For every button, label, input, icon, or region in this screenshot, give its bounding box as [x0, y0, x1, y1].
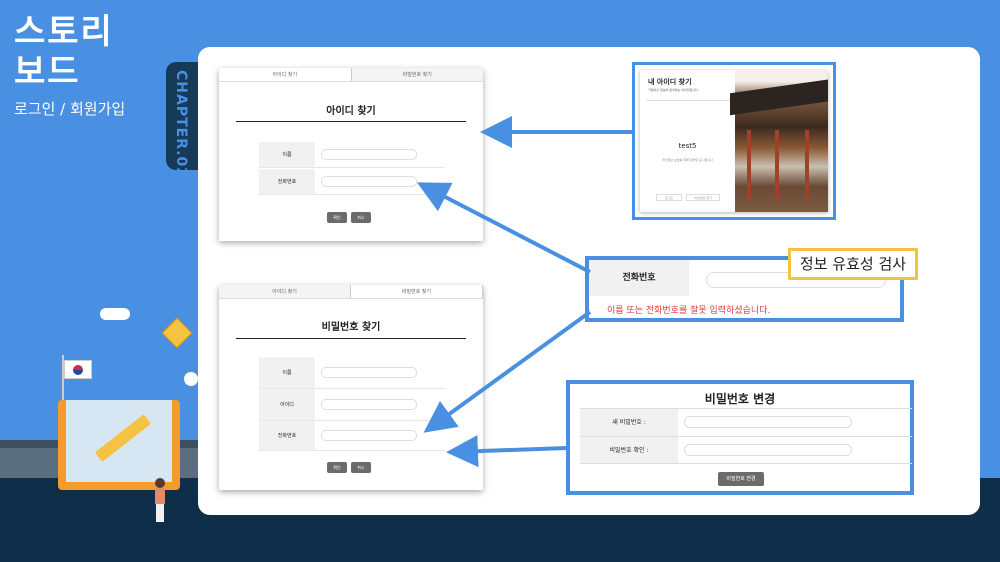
person-illustration [154, 478, 166, 524]
cloud-decoration [100, 308, 130, 320]
tab-find-id[interactable]: 아이디 찾기 [219, 68, 352, 81]
person-head [155, 478, 165, 488]
korean-flag-icon [64, 360, 92, 379]
confirm-button[interactable]: 확인 [327, 462, 347, 473]
result-find-password-button[interactable]: 비밀번호 찾기 [686, 194, 720, 201]
error-message: 이름 또는 전화번호를 잘못 입력하셨습니다. [607, 306, 771, 316]
person-body [155, 488, 165, 504]
new-password-input[interactable] [684, 416, 852, 428]
name-input[interactable] [321, 149, 417, 160]
brand-title-line2: 보드 [14, 52, 81, 92]
phone-row: 전화번호 [259, 169, 445, 195]
palace-photo [730, 70, 828, 212]
password-change-box: 비밀번호 변경 새 비밀번호 : 비밀번호 확인 : 비밀번호 변경 [566, 380, 914, 495]
phone-label: 전화번호 [589, 260, 689, 296]
phone-label: 전화번호 [259, 421, 315, 450]
phone-input[interactable] [321, 176, 417, 187]
result-login-button[interactable]: 로그인 [656, 194, 682, 201]
found-id-value: test5 [678, 142, 697, 150]
name-label: 이름 [259, 142, 315, 167]
section-subtitle: 로그인 / 회원가입 [14, 100, 126, 118]
phone-label: 전화번호 [259, 169, 315, 194]
tab-find-password[interactable]: 비밀번호 찾기 [351, 68, 483, 81]
title-divider [236, 338, 466, 339]
phone-input[interactable] [321, 430, 417, 441]
confirm-password-input[interactable] [684, 444, 852, 456]
find-password-window: 아이디 찾기 비밀번호 찾기 비밀번호 찾기 이름 아이디 전화번호 확인 취소 [219, 285, 483, 490]
title-divider [236, 121, 466, 122]
kite-icon [161, 317, 193, 349]
cloud-decoration [184, 372, 198, 386]
id-result-window: 내 아이디 찾기 가입하신 정보와 일치하는 아이디입니다. test5 개인정… [640, 70, 828, 212]
find-password-tabs: 아이디 찾기 비밀번호 찾기 [219, 285, 483, 299]
result-title: 내 아이디 찾기 [648, 78, 692, 86]
id-row: 아이디 [259, 389, 445, 421]
chapter-label: CHAPTER.02 [173, 70, 189, 179]
new-password-label: 새 비밀번호 : [580, 409, 678, 436]
find-password-title: 비밀번호 찾기 [321, 322, 381, 333]
tab-find-id[interactable]: 아이디 찾기 [219, 285, 351, 298]
result-note: 개인정보 보호를 위해 일부만 표시합니다 [662, 158, 713, 162]
cancel-button[interactable]: 취소 [351, 462, 371, 473]
name-label: 이름 [259, 357, 315, 388]
name-row: 이름 [259, 357, 445, 389]
id-label: 아이디 [259, 389, 315, 420]
result-divider [646, 100, 732, 101]
palace-roof [730, 78, 828, 116]
id-result-frame: 내 아이디 찾기 가입하신 정보와 일치하는 아이디입니다. test5 개인정… [632, 62, 836, 220]
tab-find-password[interactable]: 비밀번호 찾기 [351, 285, 483, 298]
phone-row: 전화번호 [259, 421, 445, 451]
brand-title: 스토리 보드 [14, 12, 114, 92]
confirm-button[interactable]: 확인 [327, 212, 347, 223]
confirm-password-row: 비밀번호 확인 : [580, 436, 912, 464]
id-input[interactable] [321, 399, 417, 410]
change-password-button[interactable]: 비밀번호 변경 [718, 472, 764, 486]
brand-title-line1: 스토리 [14, 12, 114, 52]
name-row: 이름 [259, 142, 445, 168]
result-subtitle: 가입하신 정보와 일치하는 아이디입니다. [648, 88, 699, 92]
confirm-password-label: 비밀번호 확인 : [580, 437, 678, 463]
find-id-title: 아이디 찾기 [326, 106, 376, 117]
new-password-row: 새 비밀번호 : [580, 408, 912, 436]
palace-column [775, 130, 779, 200]
find-id-tabs: 아이디 찾기 비밀번호 찾기 [219, 68, 483, 82]
name-input[interactable] [321, 367, 417, 378]
person-legs [156, 504, 164, 522]
password-change-title: 비밀번호 변경 [704, 392, 776, 406]
cancel-button[interactable]: 취소 [351, 212, 371, 223]
palace-column [747, 130, 751, 200]
taegeuk-icon [73, 365, 83, 375]
palace-column [805, 130, 809, 200]
find-id-window: 아이디 찾기 비밀번호 찾기 아이디 찾기 이름 전화번호 확인 취소 [219, 68, 483, 241]
validation-badge: 정보 유효성 검사 [788, 248, 918, 280]
